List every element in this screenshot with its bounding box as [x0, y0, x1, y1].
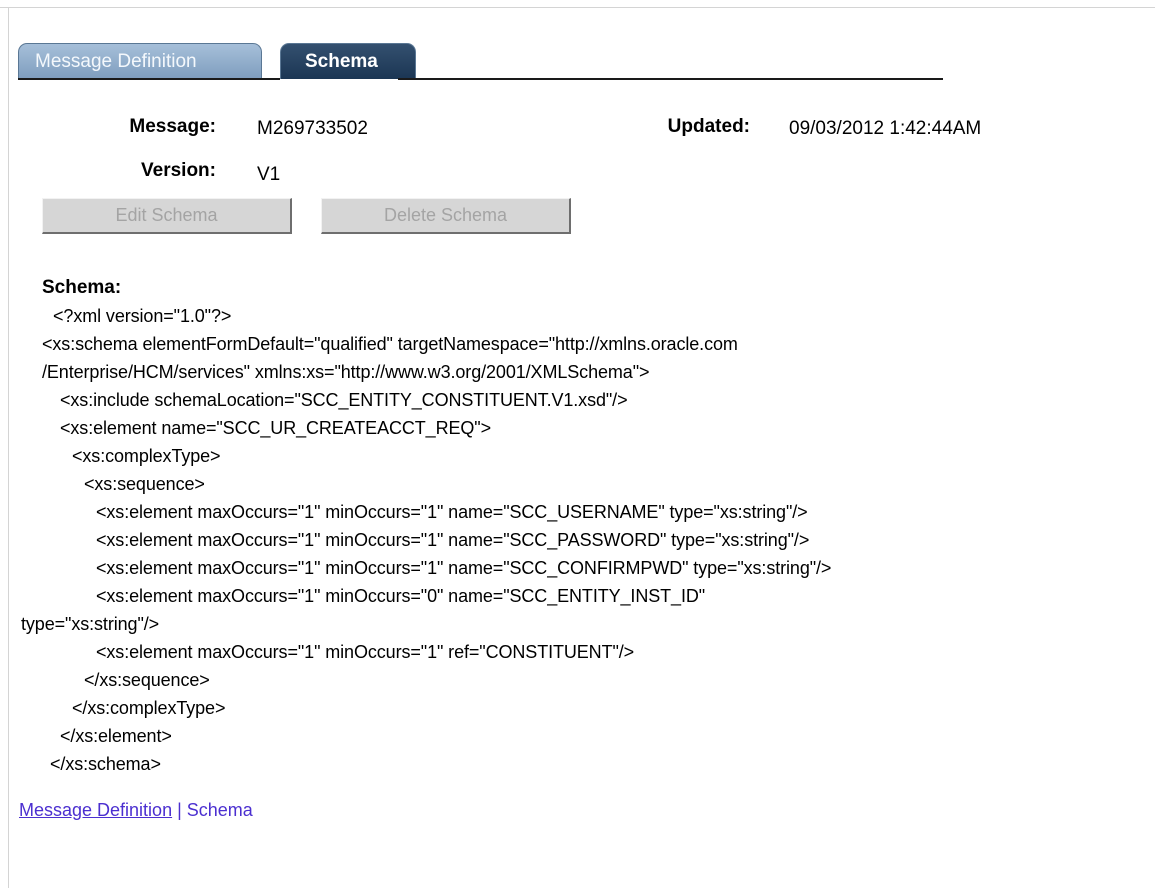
footer-separator: | — [172, 800, 187, 820]
tab-message-definition[interactable]: Message Definition — [18, 43, 262, 79]
schema-line: </xs:schema> — [50, 754, 161, 774]
tab-schema[interactable]: Schema — [280, 43, 416, 79]
edit-schema-button[interactable]: Edit Schema — [42, 198, 292, 234]
schema-line: <xs:element maxOccurs="1" minOccurs="1" … — [96, 558, 832, 578]
schema-line: </xs:element> — [60, 726, 172, 746]
schema-line: <xs:sequence> — [84, 474, 205, 494]
schema-line: type="xs:string"/> — [21, 614, 160, 634]
schema-label: Schema: — [42, 277, 122, 298]
schema-line: </xs:complexType> — [72, 698, 226, 718]
schema-line: <xs:complexType> — [72, 446, 221, 466]
version-label: Version: — [141, 160, 216, 181]
schema-line: <xs:element maxOccurs="1" minOccurs="1" … — [96, 530, 810, 550]
tab-divider-left — [18, 78, 280, 80]
schema-line: </xs:sequence> — [84, 670, 210, 690]
version-value: V1 — [257, 164, 281, 185]
schema-line: <xs:element maxOccurs="1" minOccurs="0" … — [96, 586, 706, 606]
schema-line: <xs:element maxOccurs="1" minOccurs="1" … — [96, 642, 635, 662]
updated-label: Updated: — [667, 116, 750, 137]
schema-line: <xs:element maxOccurs="1" minOccurs="1" … — [96, 502, 808, 522]
page-frame-top — [0, 7, 1155, 8]
updated-value: 09/03/2012 1:42:44AM — [789, 118, 982, 139]
schema-line: <xs:include schemaLocation="SCC_ENTITY_C… — [60, 390, 628, 410]
schema-line: <xs:schema elementFormDefault="qualified… — [42, 334, 738, 354]
schema-line: <xs:element name="SCC_UR_CREATEACCT_REQ"… — [60, 418, 491, 438]
footer-links: Message Definition | Schema — [19, 800, 253, 821]
footer-link-schema[interactable]: Schema — [187, 800, 253, 820]
schema-line: <?xml version="1.0"?> — [53, 306, 232, 326]
delete-schema-button[interactable]: Delete Schema — [321, 198, 571, 234]
tab-bar: Message Definition Schema — [18, 43, 943, 81]
schema-line: /Enterprise/HCM/services" xmlns:xs="http… — [42, 362, 650, 382]
page-frame-left — [8, 7, 9, 888]
message-value: M269733502 — [257, 118, 368, 139]
message-label: Message: — [129, 116, 216, 137]
footer-link-message-definition[interactable]: Message Definition — [19, 800, 172, 820]
tab-divider — [398, 78, 943, 80]
